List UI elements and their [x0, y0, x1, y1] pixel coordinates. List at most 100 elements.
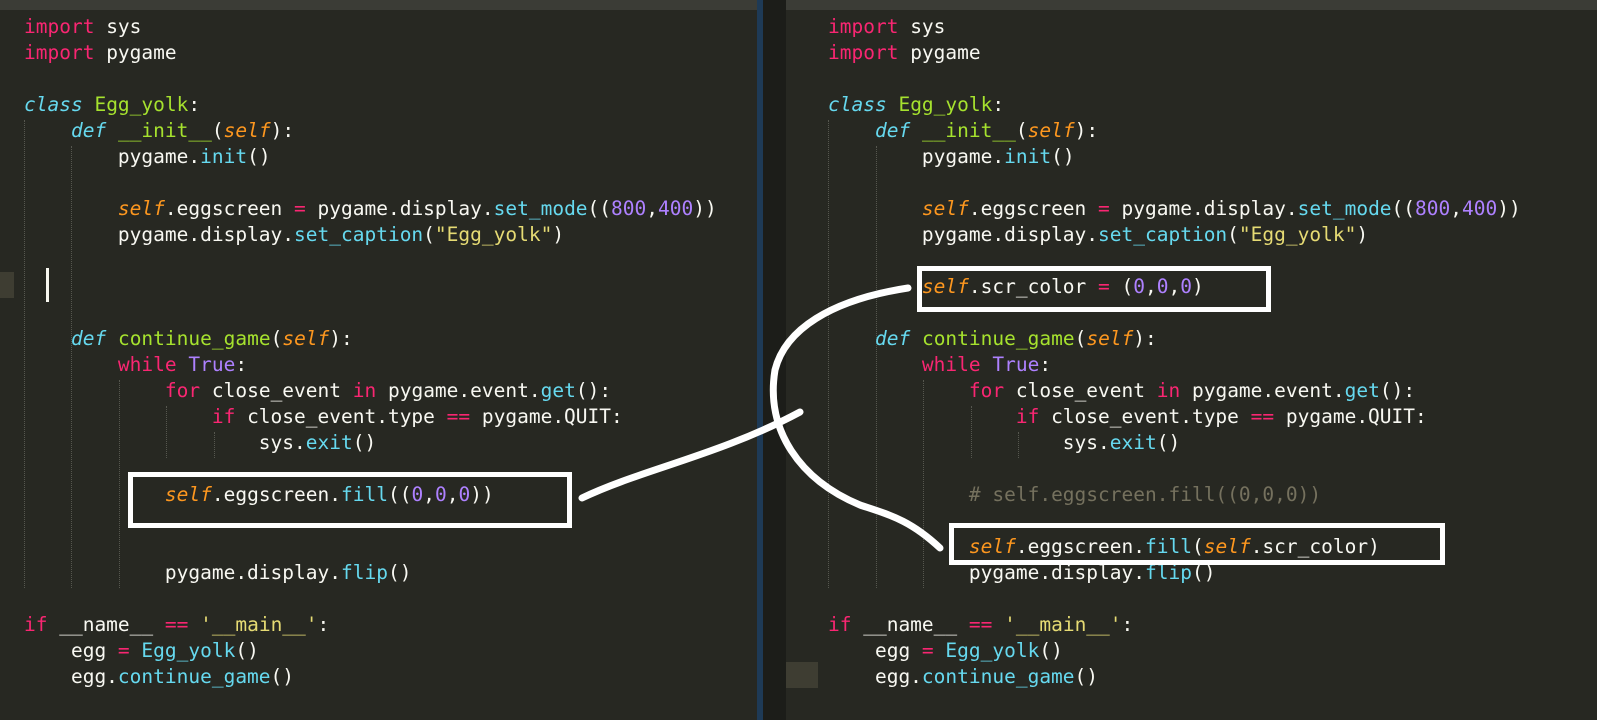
code-token: self [921, 197, 969, 220]
code-line[interactable] [24, 170, 717, 196]
code-token: import [828, 41, 899, 64]
code-token: ): [329, 327, 353, 350]
code-token: ): [1074, 119, 1099, 142]
code-line[interactable]: pygame.display.set_caption("Egg_yolk") [24, 222, 717, 248]
code-token: )) [1497, 197, 1521, 220]
code-token: if [211, 405, 236, 428]
code-token: = [921, 639, 934, 662]
code-line[interactable]: if __name__ == '__main__': [828, 612, 1521, 638]
code-line[interactable]: for close_event in pygame.event.get(): [828, 378, 1521, 404]
code-token: get [540, 379, 576, 402]
code-line[interactable]: sys.exit() [24, 430, 717, 456]
code-token: pygame.QUIT: [1274, 405, 1427, 428]
code-token: in [352, 379, 377, 402]
code-token: __name__ [851, 613, 969, 636]
code-line[interactable]: def __init__(self): [828, 118, 1521, 144]
right-editor-pane[interactable]: import sys import pygame class Egg_yolk: … [786, 0, 1597, 720]
code-line[interactable]: class Egg_yolk: [828, 92, 1521, 118]
code-line[interactable]: pygame.display.flip() [24, 560, 717, 586]
code-line[interactable]: self.eggscreen = pygame.display.set_mode… [24, 196, 717, 222]
code-token: 400 [1462, 197, 1498, 220]
code-line[interactable]: egg = Egg_yolk() [24, 638, 717, 664]
code-token: '__main__' [200, 613, 318, 636]
left-editor-pane[interactable]: import sys import pygame class Egg_yolk: … [0, 0, 757, 720]
code-line[interactable]: sys.exit() [828, 430, 1521, 456]
code-token: = [294, 197, 306, 220]
code-line[interactable]: import pygame [828, 40, 1521, 66]
code-line[interactable]: # self.eggscreen.fill((0,0,0)) [828, 482, 1521, 508]
code-token: set_mode [1297, 197, 1392, 220]
code-token: self [1086, 327, 1134, 350]
code-token: set_caption [294, 223, 424, 246]
code-token: pygame.display. [1109, 197, 1298, 220]
code-line[interactable]: class Egg_yolk: [24, 92, 717, 118]
code-token: import [828, 15, 899, 38]
code-token: == [968, 613, 993, 636]
code-token: __name__ [47, 613, 165, 636]
code-token: "Egg_yolk" [1238, 223, 1357, 246]
code-token: == [1250, 405, 1275, 428]
code-line[interactable] [828, 456, 1521, 482]
code-token: ( [211, 119, 224, 142]
code-line[interactable]: egg.continue_game() [24, 664, 717, 690]
code-line[interactable]: import sys [828, 14, 1521, 40]
code-line[interactable] [24, 534, 717, 560]
code-line[interactable]: def __init__(self): [24, 118, 717, 144]
code-line[interactable] [828, 170, 1521, 196]
code-token: def [874, 327, 911, 350]
left-code-view[interactable]: import sys import pygame class Egg_yolk: … [24, 14, 717, 690]
code-line[interactable]: pygame.init() [828, 144, 1521, 170]
code-token: for [968, 379, 1005, 402]
code-line[interactable]: if close_event.type == pygame.QUIT: [24, 404, 717, 430]
code-token: () [1156, 431, 1181, 454]
code-token: 800 [1415, 197, 1451, 220]
scr-color-highlight [917, 266, 1271, 312]
code-line[interactable]: egg = Egg_yolk() [828, 638, 1521, 664]
code-token: Egg_yolk [945, 639, 1040, 662]
code-token: pygame.QUIT: [470, 405, 623, 428]
code-line[interactable]: def continue_game(self): [24, 326, 717, 352]
code-token: close_event [1004, 379, 1157, 402]
code-line[interactable]: while True: [24, 352, 717, 378]
code-token: ( [1015, 119, 1028, 142]
code-line[interactable] [828, 66, 1521, 92]
code-token: , [646, 197, 659, 220]
code-token: )) [693, 197, 717, 220]
code-line[interactable]: import sys [24, 14, 717, 40]
code-line[interactable]: if __name__ == '__main__': [24, 612, 717, 638]
split-divider[interactable] [757, 0, 763, 720]
code-token: get [1344, 379, 1380, 402]
code-line[interactable] [24, 66, 717, 92]
code-token: if [1015, 405, 1040, 428]
code-token: () [352, 431, 377, 454]
code-token: __init__ [921, 119, 1016, 142]
code-line[interactable]: for close_event in pygame.event.get(): [24, 378, 717, 404]
right-code-view[interactable]: import sys import pygame class Egg_yolk: … [828, 14, 1521, 690]
code-line[interactable]: if close_event.type == pygame.QUIT: [828, 404, 1521, 430]
code-line[interactable] [24, 300, 717, 326]
code-line[interactable]: egg.continue_game() [828, 664, 1521, 690]
code-token: pygame. [24, 145, 201, 168]
code-token: : [1039, 353, 1052, 376]
code-line[interactable] [24, 248, 717, 274]
code-token: egg. [24, 665, 118, 688]
code-line[interactable] [828, 586, 1521, 612]
code-line[interactable]: pygame.init() [24, 144, 717, 170]
code-line[interactable] [24, 586, 717, 612]
code-line[interactable] [24, 274, 717, 300]
code-line[interactable]: import pygame [24, 40, 717, 66]
code-line[interactable]: self.eggscreen = pygame.display.set_mode… [828, 196, 1521, 222]
code-line[interactable]: pygame.display.set_caption("Egg_yolk") [828, 222, 1521, 248]
code-line[interactable]: def continue_game(self): [828, 326, 1521, 352]
code-line[interactable]: while True: [828, 352, 1521, 378]
code-token: ( [270, 327, 283, 350]
code-token: flip [340, 561, 388, 584]
